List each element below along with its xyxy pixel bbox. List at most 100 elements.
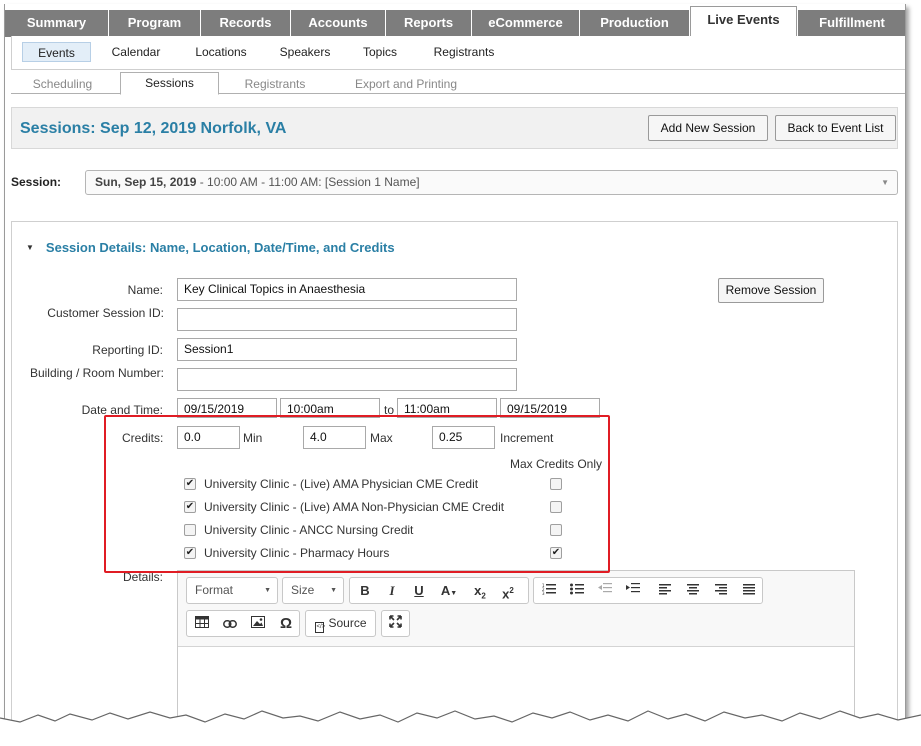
sub-nav: Events Calendar Locations Speakers Topic… (11, 36, 905, 70)
start-date-input[interactable]: 09/15/2019 (177, 398, 277, 418)
numbered-list-icon[interactable]: 123 (537, 580, 561, 601)
credits-label: Credits: (122, 431, 164, 445)
tab-production[interactable]: Production (580, 10, 690, 37)
tab-export-printing[interactable]: Export and Printing (341, 74, 471, 94)
max-only-checkbox-1[interactable] (550, 501, 562, 513)
table-icon[interactable] (190, 613, 214, 634)
outdent-icon[interactable] (593, 580, 617, 601)
tab-registrants[interactable]: Registrants (225, 74, 325, 94)
tab-live-events[interactable]: Live Events (690, 6, 797, 37)
subnav-calendar[interactable]: Calendar (106, 42, 166, 62)
session-label: Session: (11, 175, 62, 189)
text-color-icon[interactable]: A▼ (434, 580, 464, 601)
tab-reports[interactable]: Reports (386, 10, 472, 37)
size-combo-group: Size ▼ (282, 577, 344, 604)
credit-type-label: University Clinic - Pharmacy Hours (204, 546, 390, 560)
svg-text:3: 3 (542, 591, 545, 595)
indent-icon[interactable] (621, 580, 645, 601)
maximize-group (381, 610, 410, 637)
subnav-registrants[interactable]: Registrants (424, 42, 504, 62)
text-style-group: B I U A▼ x2 x2 (349, 577, 529, 604)
date-time-label: Date and Time: (81, 403, 163, 417)
add-new-session-button[interactable]: Add New Session (648, 115, 768, 141)
subnav-events[interactable]: Events (22, 42, 91, 62)
size-label: Size (291, 583, 315, 597)
editor-toolbar: Format ▼ Size ▼ B I U A▼ x2 x2 123 Ω </>… (178, 571, 854, 647)
building-room-label: Building / Room Number: (29, 366, 164, 380)
customer-session-id-label: Customer Session ID: (47, 306, 164, 320)
superscript-icon[interactable]: x2 (496, 580, 520, 601)
section-tab-bar: Scheduling Sessions Registrants Export a… (11, 72, 905, 95)
max-only-checkbox-0[interactable] (550, 478, 562, 490)
max-credits-input[interactable]: 4.0 (303, 426, 366, 449)
credit-checkbox-2[interactable] (184, 524, 196, 536)
name-label: Name: (127, 283, 163, 297)
credit-checkbox-0[interactable]: ✔ (184, 478, 196, 490)
session-time-name: - 10:00 AM - 11:00 AM: [Session 1 Name] (196, 175, 420, 189)
page-title: Sessions: Sep 12, 2019 Norfolk, VA (20, 120, 287, 137)
remove-session-button[interactable]: Remove Session (718, 278, 824, 303)
dropdown-arrow-icon: ▼ (264, 587, 271, 594)
max-credits-only-header: Max Credits Only (510, 457, 603, 471)
bulleted-list-icon[interactable] (565, 580, 589, 601)
tab-fulfillment[interactable]: Fulfillment (798, 10, 905, 37)
image-icon[interactable] (246, 613, 270, 634)
tab-sessions[interactable]: Sessions (120, 72, 219, 95)
maximize-icon[interactable] (384, 613, 407, 634)
reporting-id-input[interactable]: Session1 (177, 338, 517, 361)
tab-summary[interactable]: Summary (5, 10, 109, 37)
page-header: Sessions: Sep 12, 2019 Norfolk, VA Add N… (11, 107, 898, 149)
max-only-checkbox-2[interactable] (550, 524, 562, 536)
justify-icon[interactable] (737, 580, 761, 601)
align-right-icon[interactable] (709, 580, 733, 601)
subscript-icon[interactable]: x2 (468, 580, 492, 601)
size-dropdown[interactable]: Size ▼ (283, 580, 343, 601)
tab-scheduling[interactable]: Scheduling (11, 74, 114, 94)
increment-label: Increment (500, 431, 554, 445)
align-left-icon[interactable] (653, 580, 677, 601)
special-character-icon[interactable]: Ω (274, 613, 298, 634)
increment-input[interactable]: 0.25 (432, 426, 495, 449)
source-group: </> Source (305, 610, 376, 637)
min-label: Min (243, 431, 263, 445)
tab-program[interactable]: Program (109, 10, 201, 37)
tab-accounts[interactable]: Accounts (291, 10, 386, 37)
min-credits-input[interactable]: 0.0 (177, 426, 240, 449)
italic-icon[interactable]: I (380, 580, 404, 601)
subnav-locations[interactable]: Locations (188, 42, 254, 62)
start-time-input[interactable]: 10:00am (280, 398, 380, 418)
back-to-event-list-button[interactable]: Back to Event List (775, 115, 896, 141)
source-button[interactable]: </> Source (309, 613, 373, 634)
link-icon[interactable] (218, 613, 242, 634)
tab-records[interactable]: Records (201, 10, 291, 37)
bold-icon[interactable]: B (353, 580, 377, 601)
credit-checkbox-1[interactable]: ✔ (184, 501, 196, 513)
chevron-down-icon: ▼ (881, 178, 889, 187)
source-icon: </> (315, 622, 325, 633)
torn-edge (0, 710, 921, 746)
session-select[interactable]: Sun, Sep 15, 2019 - 10:00 AM - 11:00 AM:… (85, 170, 898, 195)
subnav-topics[interactable]: Topics (356, 42, 404, 62)
credit-checkbox-3[interactable]: ✔ (184, 547, 196, 559)
building-room-input[interactable] (177, 368, 517, 391)
main-tab-bar: Summary Program Records Accounts Reports… (5, 6, 905, 37)
format-combo-group: Format ▼ (186, 577, 278, 604)
insert-group: Ω (186, 610, 300, 637)
details-label: Details: (122, 570, 163, 584)
credit-type-label: University Clinic - (Live) AMA Non-Physi… (204, 500, 505, 514)
credit-type-label: University Clinic - ANCC Nursing Credit (204, 523, 414, 537)
credit-type-label: University Clinic - (Live) AMA Physician… (204, 477, 479, 491)
align-center-icon[interactable] (681, 580, 705, 601)
tab-ecommerce[interactable]: eCommerce (472, 10, 580, 37)
subnav-speakers[interactable]: Speakers (274, 42, 336, 62)
customer-session-id-input[interactable] (177, 308, 517, 331)
paragraph-group: 123 (533, 577, 763, 604)
format-dropdown[interactable]: Format ▼ (187, 580, 277, 601)
underline-icon[interactable]: U (407, 580, 431, 601)
session-details-header[interactable]: ▼ Session Details: Name, Location, Date/T… (26, 240, 395, 255)
name-input[interactable]: Key Clinical Topics in Anaesthesia (177, 278, 517, 301)
max-only-checkbox-3[interactable]: ✔ (550, 547, 562, 559)
end-time-input[interactable]: 11:00am (397, 398, 497, 418)
end-date-input[interactable]: 09/15/2019 (500, 398, 600, 418)
session-date: Sun, Sep 15, 2019 (95, 175, 197, 189)
